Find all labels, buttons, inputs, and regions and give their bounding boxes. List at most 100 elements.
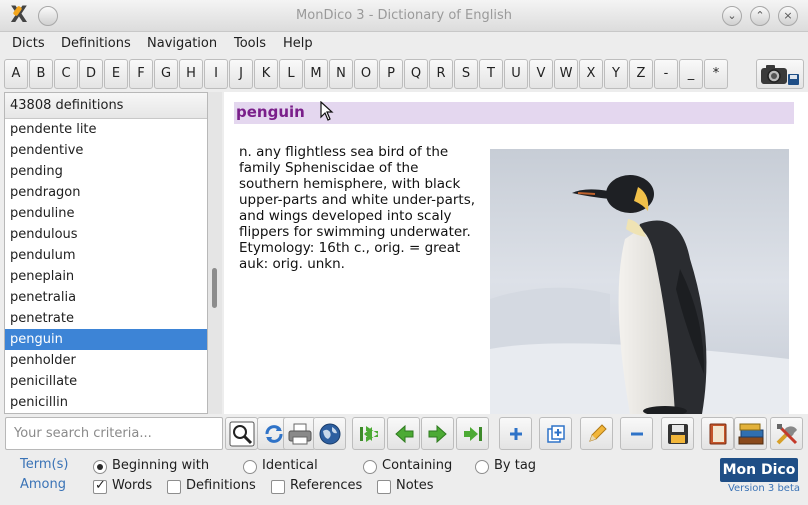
- checkbox-references[interactable]: [271, 480, 285, 494]
- letter-button-x[interactable]: X: [579, 59, 603, 89]
- edit-button[interactable]: [580, 417, 613, 450]
- dictionary-button[interactable]: [701, 417, 734, 450]
- list-item[interactable]: pendulum: [5, 245, 207, 266]
- last-button[interactable]: [456, 417, 489, 450]
- letter-button-star[interactable]: *: [704, 59, 728, 89]
- print-button[interactable]: [283, 417, 316, 450]
- list-item[interactable]: pendragon: [5, 182, 207, 203]
- web-button[interactable]: [313, 417, 346, 450]
- letter-button-e[interactable]: E: [104, 59, 128, 89]
- copy-button[interactable]: [539, 417, 572, 450]
- alphabet-bar: A B C D E F G H I J K L M N O P Q R S T U V W X Y Z - _ *: [0, 56, 808, 92]
- letter-button-t[interactable]: T: [479, 59, 503, 89]
- add-icon: [509, 427, 522, 440]
- radio-identical[interactable]: [243, 460, 257, 474]
- save-button[interactable]: [661, 417, 694, 450]
- checkbox-words-label[interactable]: Words: [112, 478, 152, 493]
- letter-button-n[interactable]: N: [329, 59, 353, 89]
- word-list-panel: 43808 definitions pendente lite pendentiv…: [4, 92, 208, 414]
- radio-by-tag[interactable]: [475, 460, 489, 474]
- globe-icon: [319, 423, 340, 444]
- word-list[interactable]: pendente lite pendentive pending pendragon p…: [5, 119, 207, 413]
- menu-definitions[interactable]: Definitions: [61, 36, 131, 51]
- minimize-button[interactable]: ⌄: [722, 6, 742, 26]
- checkbox-notes-label[interactable]: Notes: [396, 478, 434, 493]
- close-button[interactable]: ×: [778, 6, 798, 26]
- letter-button-u[interactable]: U: [504, 59, 528, 89]
- letter-button-dash[interactable]: -: [654, 59, 678, 89]
- letter-button-r[interactable]: R: [429, 59, 453, 89]
- list-item[interactable]: pendentive: [5, 140, 207, 161]
- radio-beginning-with-label[interactable]: Beginning with: [112, 458, 209, 473]
- maximize-button[interactable]: ⌃: [750, 6, 770, 26]
- list-item[interactable]: penetralia: [5, 287, 207, 308]
- letter-button-z[interactable]: Z: [629, 59, 653, 89]
- menu-navigation[interactable]: Navigation: [147, 36, 217, 51]
- word-list-scrollbar[interactable]: [208, 92, 222, 414]
- menu-dicts[interactable]: Dicts: [12, 36, 45, 51]
- list-item[interactable]: penholder: [5, 350, 207, 371]
- refresh-icon: [265, 424, 282, 443]
- letter-button-c[interactable]: C: [54, 59, 78, 89]
- scrollbar-thumb[interactable]: [212, 268, 217, 308]
- radio-by-tag-label[interactable]: By tag: [494, 458, 536, 473]
- list-item[interactable]: penduline: [5, 203, 207, 224]
- search-input[interactable]: Your search criteria...: [5, 417, 223, 450]
- letter-button-p[interactable]: P: [379, 59, 403, 89]
- definition-body: n. any flightless sea bird of the family…: [239, 144, 476, 240]
- add-button[interactable]: [499, 417, 532, 450]
- radio-containing-label[interactable]: Containing: [382, 458, 452, 473]
- camera-button[interactable]: [756, 59, 804, 89]
- checkbox-words[interactable]: [93, 478, 107, 494]
- next-button[interactable]: [421, 417, 454, 450]
- remove-button[interactable]: [620, 417, 653, 450]
- letter-button-f[interactable]: F: [129, 59, 153, 89]
- letter-button-w[interactable]: W: [554, 59, 578, 89]
- copy-icon: [546, 424, 565, 443]
- radio-containing[interactable]: [363, 460, 377, 474]
- tools-icon: [776, 423, 797, 444]
- dictionaries-button[interactable]: [734, 417, 767, 450]
- brand-logo: Mon Dico: [720, 458, 798, 482]
- letter-button-underscore[interactable]: _: [679, 59, 703, 89]
- radio-beginning-with[interactable]: [93, 460, 107, 474]
- letter-button-q[interactable]: Q: [404, 59, 428, 89]
- letter-button-m[interactable]: M: [304, 59, 328, 89]
- letter-button-b[interactable]: B: [29, 59, 53, 89]
- letter-button-l[interactable]: L: [279, 59, 303, 89]
- letter-button-v[interactable]: V: [529, 59, 553, 89]
- remove-icon: [630, 432, 643, 435]
- radio-identical-label[interactable]: Identical: [262, 458, 318, 473]
- checkbox-references-label[interactable]: References: [290, 478, 362, 493]
- checkbox-notes[interactable]: [377, 480, 391, 494]
- letter-button-y[interactable]: Y: [604, 59, 628, 89]
- list-item[interactable]: pendulous: [5, 224, 207, 245]
- letter-button-g[interactable]: G: [154, 59, 178, 89]
- list-item[interactable]: pending: [5, 161, 207, 182]
- checkbox-definitions[interactable]: [167, 480, 181, 494]
- search-button[interactable]: [225, 417, 258, 450]
- first-button[interactable]: [352, 417, 385, 450]
- previous-button[interactable]: [387, 417, 420, 450]
- letter-button-h[interactable]: H: [179, 59, 203, 89]
- list-item[interactable]: peneplain: [5, 266, 207, 287]
- letter-button-j[interactable]: J: [229, 59, 253, 89]
- settings-button[interactable]: [770, 417, 803, 450]
- list-item[interactable]: penicillate: [5, 371, 207, 392]
- version-label: Version 3 beta: [727, 483, 800, 494]
- definitions-count: 43808 definitions: [5, 93, 207, 119]
- letter-button-i[interactable]: I: [204, 59, 228, 89]
- list-item[interactable]: penetrate: [5, 308, 207, 329]
- letter-button-a[interactable]: A: [4, 59, 28, 89]
- letter-button-k[interactable]: K: [254, 59, 278, 89]
- letter-button-o[interactable]: O: [354, 59, 378, 89]
- list-item[interactable]: penicillin: [5, 392, 207, 413]
- menu-help[interactable]: Help: [283, 36, 313, 51]
- checkbox-definitions-label[interactable]: Definitions: [186, 478, 256, 493]
- letter-button-s[interactable]: S: [454, 59, 478, 89]
- letter-button-d[interactable]: D: [79, 59, 103, 89]
- list-item[interactable]: penguin: [5, 329, 207, 350]
- list-item[interactable]: pendente lite: [5, 119, 207, 140]
- menu-tools[interactable]: Tools: [234, 36, 266, 51]
- mouse-cursor-icon: [320, 101, 334, 121]
